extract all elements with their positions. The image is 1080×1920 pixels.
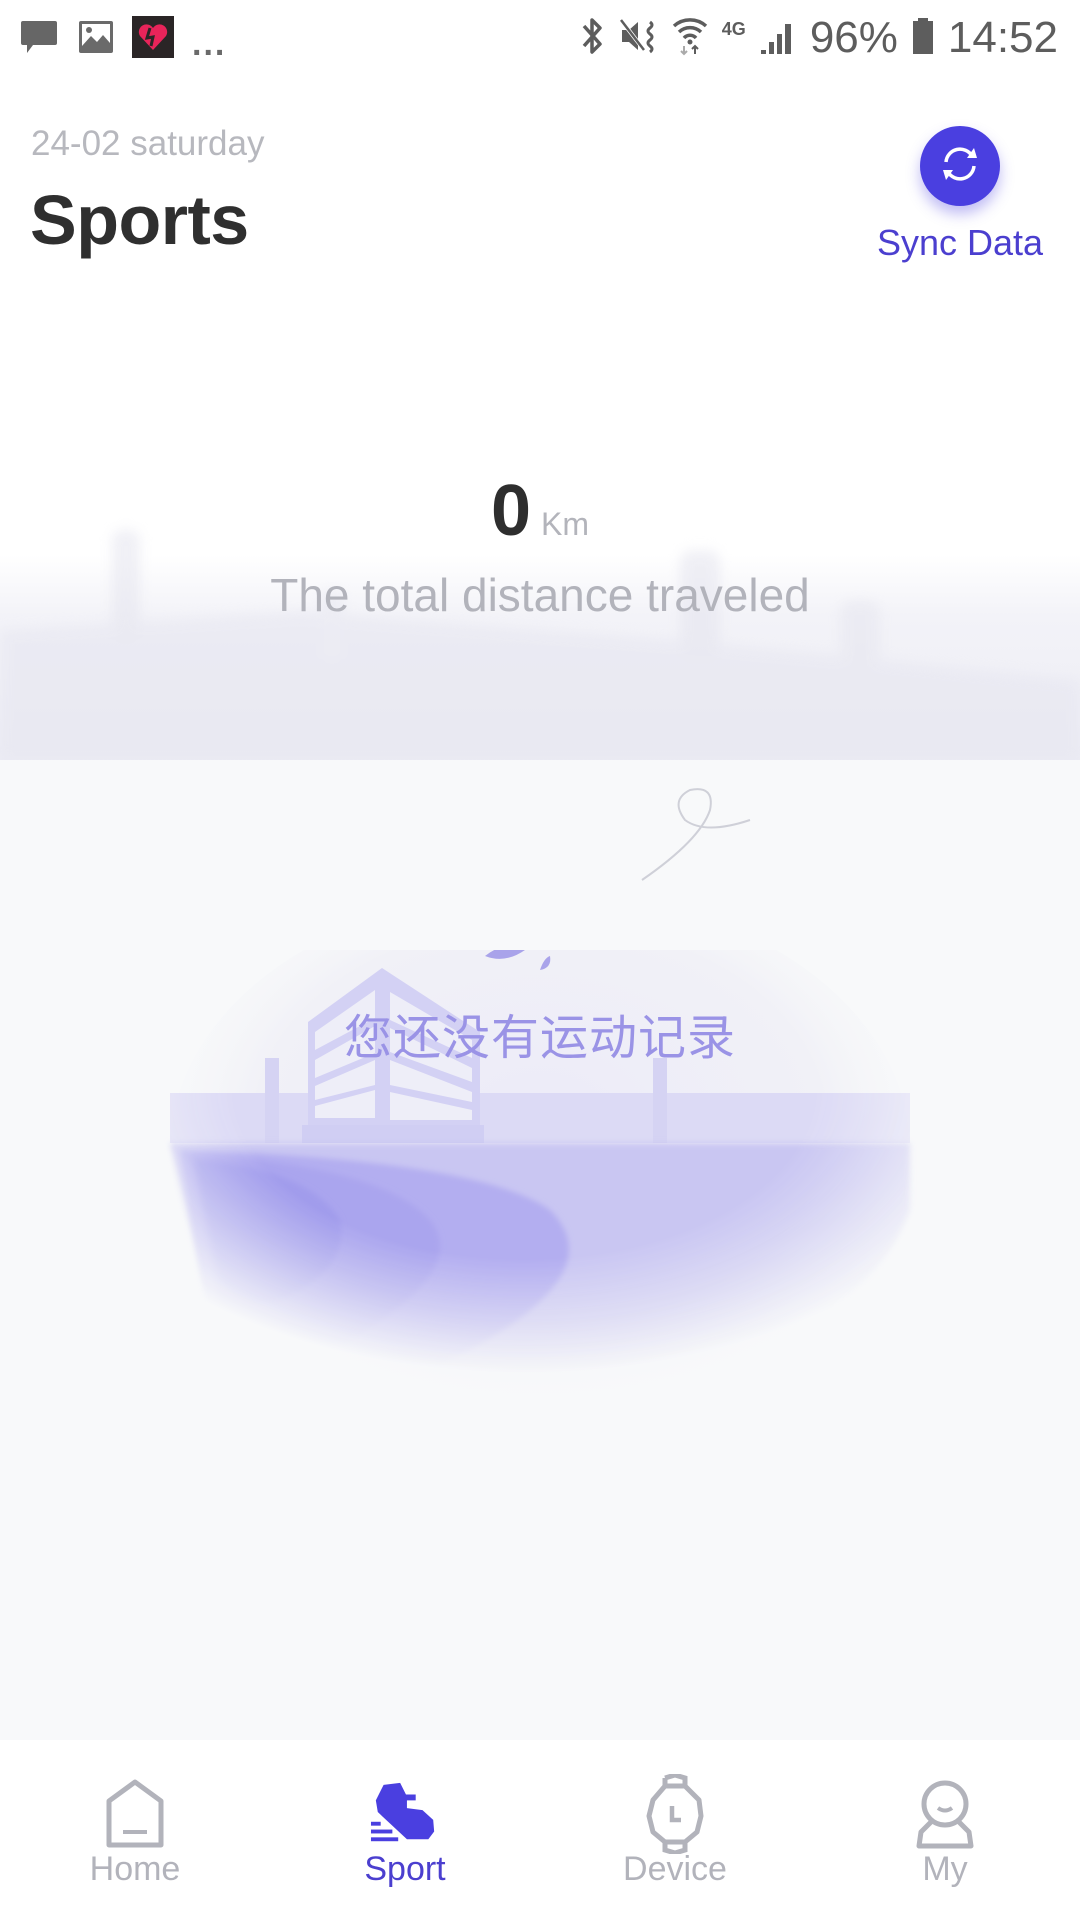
sync-circle-button[interactable] — [920, 126, 1000, 206]
sync-data-label[interactable]: Sync Data — [870, 222, 1050, 264]
current-date: 24-02 saturday — [31, 124, 265, 163]
decorative-swirl — [641, 788, 751, 881]
home-icon — [100, 1774, 170, 1854]
no-records-message: 您还没有运动记录 — [343, 1010, 736, 1066]
nav-label-device: Device — [623, 1850, 727, 1888]
wifi-icon — [672, 16, 708, 61]
distance-readout: 0 Km — [0, 470, 1080, 552]
notification-icons: ... — [20, 16, 226, 63]
distance-value: 0 — [490, 471, 532, 551]
watch-icon — [640, 1774, 710, 1854]
signal-icon — [760, 16, 796, 61]
sync-data-button[interactable]: Sync Data — [870, 126, 1050, 266]
network-type-label: 4G — [721, 18, 746, 39]
nav-item-sport[interactable]: Sport — [270, 1740, 540, 1920]
page-title: Sports — [30, 181, 249, 259]
nav-label-sport: Sport — [364, 1850, 446, 1888]
nav-item-device[interactable]: Device — [540, 1740, 810, 1920]
nav-item-my[interactable]: My — [810, 1740, 1080, 1920]
battery-icon — [912, 16, 934, 61]
mute-vibrate-icon — [618, 16, 658, 61]
app-heart-icon — [132, 16, 174, 63]
sneaker-icon — [370, 1774, 440, 1854]
nav-label-my: My — [922, 1850, 968, 1888]
nav-item-home[interactable]: Home — [0, 1740, 270, 1920]
distance-unit: Km — [541, 506, 590, 542]
image-icon — [78, 19, 114, 60]
system-indicators: 4G 96% 14:52 — [580, 10, 1058, 66]
nav-label-home: Home — [89, 1850, 181, 1888]
clock: 14:52 — [947, 13, 1058, 62]
distance-summary: 0 Km The total distance traveled — [0, 380, 1080, 760]
sport-records-panel: 您还没有运动记录 — [0, 760, 1080, 1740]
more-notifications-indicator: ... — [192, 24, 227, 63]
message-icon — [20, 17, 60, 62]
bluetooth-icon — [580, 16, 604, 61]
status-bar: ... 4G 96% 14:52 — [0, 0, 1080, 76]
person-icon — [910, 1774, 980, 1854]
bottom-navigation: Home Sport Device My — [0, 1740, 1080, 1920]
battery-percent: 96% — [809, 13, 898, 62]
sync-icon — [936, 140, 984, 193]
distance-caption: The total distance traveled — [270, 569, 810, 621]
